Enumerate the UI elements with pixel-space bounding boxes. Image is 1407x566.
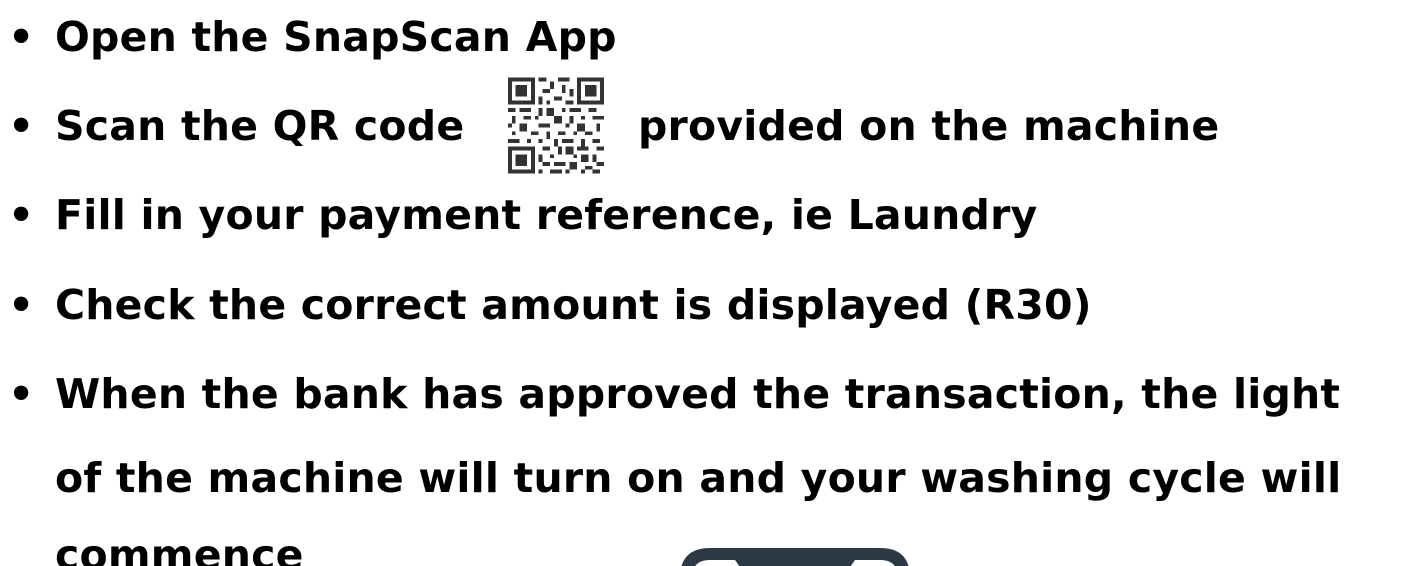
instruction-payment-reference: Fill in your payment reference, ie Laund… bbox=[55, 191, 1038, 239]
bullet-dot: • bbox=[8, 370, 35, 418]
instruction-bank-approval-line3: commence bbox=[55, 531, 304, 566]
qr-code-icon bbox=[508, 77, 604, 174]
bullet-dot: • bbox=[8, 13, 35, 61]
instruction-scan-qr-after: provided on the machine bbox=[638, 102, 1220, 150]
instruction-bank-approval-line1: When the bank has approved the transacti… bbox=[55, 370, 1341, 418]
instruction-bank-approval-line2: of the machine will turn on and your was… bbox=[55, 454, 1342, 502]
bullet-dot: • bbox=[8, 281, 35, 329]
instruction-scan-qr-before: Scan the QR code bbox=[55, 102, 465, 150]
instruction-slide: • Open the SnapScan App • Scan the QR co… bbox=[0, 0, 1407, 566]
instruction-open-app: Open the SnapScan App bbox=[55, 13, 617, 61]
bullet-dot: • bbox=[8, 102, 35, 150]
bullet-dot: • bbox=[8, 191, 35, 239]
phone-icon bbox=[681, 548, 909, 566]
instruction-check-amount: Check the correct amount is displayed (R… bbox=[55, 281, 1092, 329]
